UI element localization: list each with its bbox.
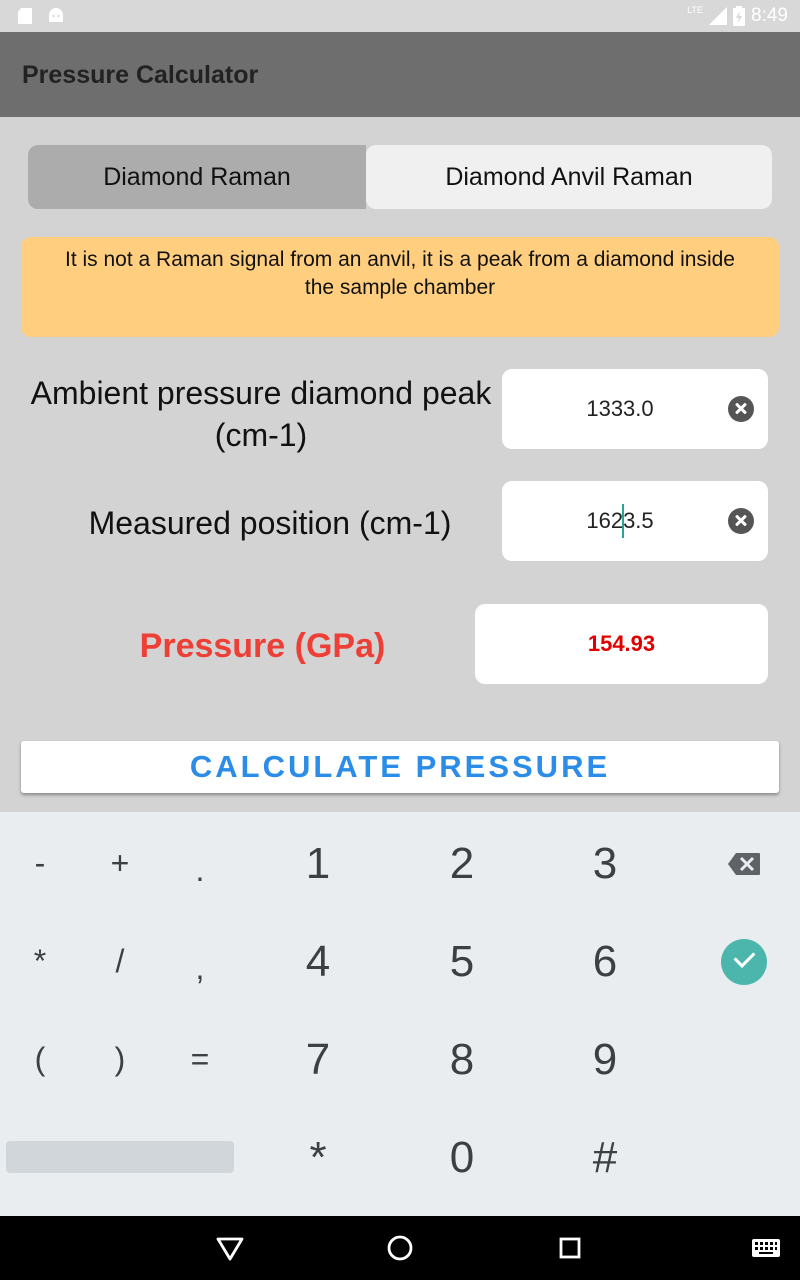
key-hash[interactable]: # [545,1109,665,1206]
clock: 8:49 [751,5,788,26]
info-message: It is not a Raman signal from an anvil, … [21,237,779,337]
key-minus[interactable]: - [0,815,80,912]
done-key[interactable] [694,913,794,1010]
space-key[interactable] [6,1141,234,1173]
key-9[interactable]: 9 [545,1011,665,1108]
keyboard-switch-icon[interactable] [750,1232,782,1264]
signal-icon [709,7,728,25]
ambient-peak-input[interactable]: 1333.0 [502,369,768,449]
android-icon [49,8,63,22]
app-title: Pressure Calculator [22,61,259,89]
navigation-bar [0,1216,800,1280]
key-5[interactable]: 5 [402,913,522,1010]
pressure-output: 154.93 [475,604,768,684]
key-plus[interactable]: + [80,815,160,912]
key-star[interactable]: * [258,1109,378,1206]
measured-position-input[interactable]: 162 3.5 [502,481,768,561]
tab-diamond-anvil-raman[interactable]: Diamond Anvil Raman [366,145,772,209]
network-type-label: LTE [687,5,704,15]
key-4[interactable]: 4 [258,913,378,1010]
mode-selector: Diamond Raman Diamond Anvil Raman [28,145,772,209]
key-equals[interactable]: = [160,1011,240,1108]
key-6[interactable]: 6 [545,913,665,1010]
key-close-paren[interactable]: ) [80,1011,160,1108]
status-bar: LTE 8:49 [0,0,800,32]
key-slash[interactable]: / [80,913,160,1010]
calculate-pressure-button[interactable]: CALCULATE PRESSURE [21,741,779,793]
app-bar: Pressure Calculator [0,32,800,117]
clear-measured-icon[interactable] [728,508,754,534]
key-7[interactable]: 7 [258,1011,378,1108]
back-icon[interactable] [214,1232,246,1264]
clear-ambient-icon[interactable] [728,396,754,422]
measured-position-label: Measured position (cm-1) [88,505,452,541]
check-icon [721,938,767,985]
key-comma[interactable]: , [160,920,240,1017]
key-3[interactable]: 3 [545,815,665,912]
tab-diamond-raman[interactable]: Diamond Raman [28,145,366,209]
key-1[interactable]: 1 [258,815,378,912]
key-0[interactable]: 0 [402,1109,522,1206]
pressure-value: 154.93 [587,631,656,656]
sd-card-icon [18,8,32,24]
key-8[interactable]: 8 [402,1011,522,1108]
key-2[interactable]: 2 [402,815,522,912]
recents-icon[interactable] [554,1232,586,1264]
pressure-label: Pressure (GPa) [139,627,386,665]
backspace-icon [728,852,760,875]
ambient-peak-label: Ambient pressure diamond peak (cm-1) [30,375,492,453]
key-asterisk[interactable]: * [0,913,80,1010]
measured-value-end: 3.5 [623,508,654,533]
key-open-paren[interactable]: ( [0,1011,80,1108]
key-period[interactable]: . [160,822,240,919]
battery-charging-icon [733,6,746,26]
numeric-keyboard: - + . 1 2 3 * / , 4 5 6 ( ) = 7 8 9 * 0 … [0,812,800,1216]
backspace-key[interactable] [694,815,794,912]
measured-value-start: 162 [586,508,624,533]
home-icon[interactable] [384,1232,416,1264]
